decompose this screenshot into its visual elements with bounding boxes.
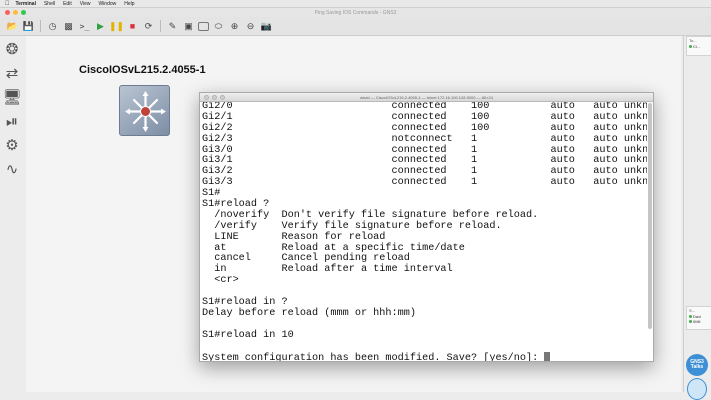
suspend-all-icon[interactable]: ❚❚ bbox=[109, 20, 124, 33]
reload-all-icon[interactable]: ⟳ bbox=[142, 20, 155, 33]
zoom-window-icon[interactable] bbox=[220, 95, 225, 100]
terminal-cursor bbox=[544, 352, 551, 361]
terminal-line: Gi3/3 connected 1 auto auto unknown bbox=[202, 177, 647, 189]
toolbar-divider bbox=[40, 20, 41, 32]
macos-menubar:  Terminal Shell Edit View Window Help bbox=[0, 0, 711, 8]
add-link-icon[interactable]: ∿ bbox=[3, 160, 21, 178]
terminal-window-controls bbox=[204, 95, 225, 100]
gns3-window-title: Ping Saving IOS Commands - GNS3 bbox=[314, 9, 397, 16]
zoom-window-icon[interactable] bbox=[21, 10, 26, 15]
scrollbar-thumb[interactable] bbox=[648, 103, 652, 329]
close-window-icon[interactable] bbox=[5, 10, 10, 15]
gns3-titlebar: Ping Saving IOS Commands - GNS3 bbox=[0, 8, 711, 17]
terminal-line: Delay before reload (mmm or hhh:mm) bbox=[202, 307, 416, 319]
topology-summary-title: To... bbox=[689, 38, 697, 43]
console-icon[interactable]: >_ bbox=[78, 20, 91, 33]
main-toolbar: 📂 💾 ◷ ▩ >_ ▶ ❚❚ ■ ⟳ ✎ ▣ ⬭ ⊕ ⊖ 📷 bbox=[0, 17, 711, 36]
topology-summary-panel: To... Ci... bbox=[686, 36, 711, 56]
window-controls bbox=[5, 10, 26, 15]
zoom-out-icon[interactable]: ⊖ bbox=[244, 20, 257, 33]
image-icon[interactable]: ▣ bbox=[182, 20, 195, 33]
status-dot-icon bbox=[689, 315, 692, 318]
stop-all-icon[interactable]: ■ bbox=[126, 20, 139, 33]
zoom-in-icon[interactable]: ⊕ bbox=[228, 20, 241, 33]
note-icon[interactable]: ✎ bbox=[166, 20, 179, 33]
status-dot-icon bbox=[689, 320, 692, 323]
badge-line-2: Talks bbox=[690, 364, 704, 370]
switches-icon[interactable]: ⇄ bbox=[3, 64, 21, 82]
save-icon[interactable]: 💾 bbox=[22, 20, 35, 33]
minimize-window-icon[interactable] bbox=[212, 95, 217, 100]
terminal-line: in Reload after a time interval bbox=[202, 264, 453, 276]
snapshot-icon[interactable]: ▩ bbox=[62, 20, 75, 33]
security-devices-icon[interactable]: ⏯ bbox=[3, 112, 21, 130]
server-item[interactable]: IIMil bbox=[689, 319, 709, 324]
menu-app-name[interactable]: Terminal bbox=[16, 1, 36, 7]
routers-icon[interactable]: ❂ bbox=[3, 40, 21, 58]
mascot-icon bbox=[687, 378, 707, 400]
menu-shell[interactable]: Shell bbox=[44, 1, 55, 7]
all-devices-icon[interactable]: ⚙ bbox=[3, 136, 21, 154]
start-all-icon[interactable]: ▶ bbox=[94, 20, 107, 33]
folder-open-icon[interactable]: 📂 bbox=[6, 20, 19, 33]
terminal-line: Gi2/3 notconnect 1 auto auto unknown bbox=[202, 133, 647, 145]
terminal-title: david — CiscoIOSvL215.2.4055-1 — telnet … bbox=[360, 94, 493, 100]
toolbar-divider bbox=[160, 20, 161, 32]
topology-summary-item-label: Ci... bbox=[693, 44, 701, 49]
menu-edit[interactable]: Edit bbox=[63, 1, 72, 7]
right-dock: To... Ci... S... Davi IIMil GNS3 Talks bbox=[683, 36, 711, 400]
terminal-line: System configuration has been modified. … bbox=[202, 352, 647, 361]
device-dock: ❂ ⇄ 🖥 ⏯ ⚙ ∿ bbox=[0, 36, 24, 392]
menu-window[interactable]: Window bbox=[98, 1, 116, 7]
terminal-output[interactable]: Gi2/0 connected 100 auto auto unknown Gi2… bbox=[200, 102, 647, 361]
menu-help[interactable]: Help bbox=[124, 1, 134, 7]
ellipse-icon[interactable]: ⬭ bbox=[212, 20, 225, 33]
servers-summary-panel: S... Davi IIMil bbox=[686, 306, 711, 330]
gns3-talks-logo: GNS3 Talks bbox=[686, 354, 708, 376]
server-item-label: IIMil bbox=[693, 319, 701, 324]
minimize-window-icon[interactable] bbox=[13, 10, 18, 15]
terminal-line: LINE Reason for reload bbox=[202, 231, 386, 243]
terminal-scrollbar[interactable] bbox=[646, 103, 652, 361]
close-window-icon[interactable] bbox=[204, 95, 209, 100]
terminal-line: <cr> bbox=[202, 275, 239, 287]
status-dot-icon bbox=[689, 45, 692, 48]
switch-node-icon[interactable] bbox=[119, 85, 170, 136]
rectangle-icon[interactable] bbox=[198, 21, 209, 31]
end-devices-icon[interactable]: 🖥 bbox=[2, 88, 21, 106]
node-label[interactable]: CiscoIOSvL215.2.4055-1 bbox=[79, 64, 206, 76]
terminal-line: S1#reload in 10 bbox=[202, 329, 294, 341]
menu-view[interactable]: View bbox=[80, 1, 91, 7]
screenshot-icon[interactable]: 📷 bbox=[260, 20, 273, 33]
terminal-titlebar[interactable]: david — CiscoIOSvL215.2.4055-1 — telnet … bbox=[200, 93, 653, 102]
apple-icon[interactable]:  bbox=[5, 1, 10, 7]
terminal-window[interactable]: david — CiscoIOSvL215.2.4055-1 — telnet … bbox=[199, 92, 654, 362]
servers-summary-title: S... bbox=[689, 308, 696, 313]
topology-summary-item[interactable]: Ci... bbox=[689, 44, 709, 49]
history-icon[interactable]: ◷ bbox=[46, 20, 59, 33]
